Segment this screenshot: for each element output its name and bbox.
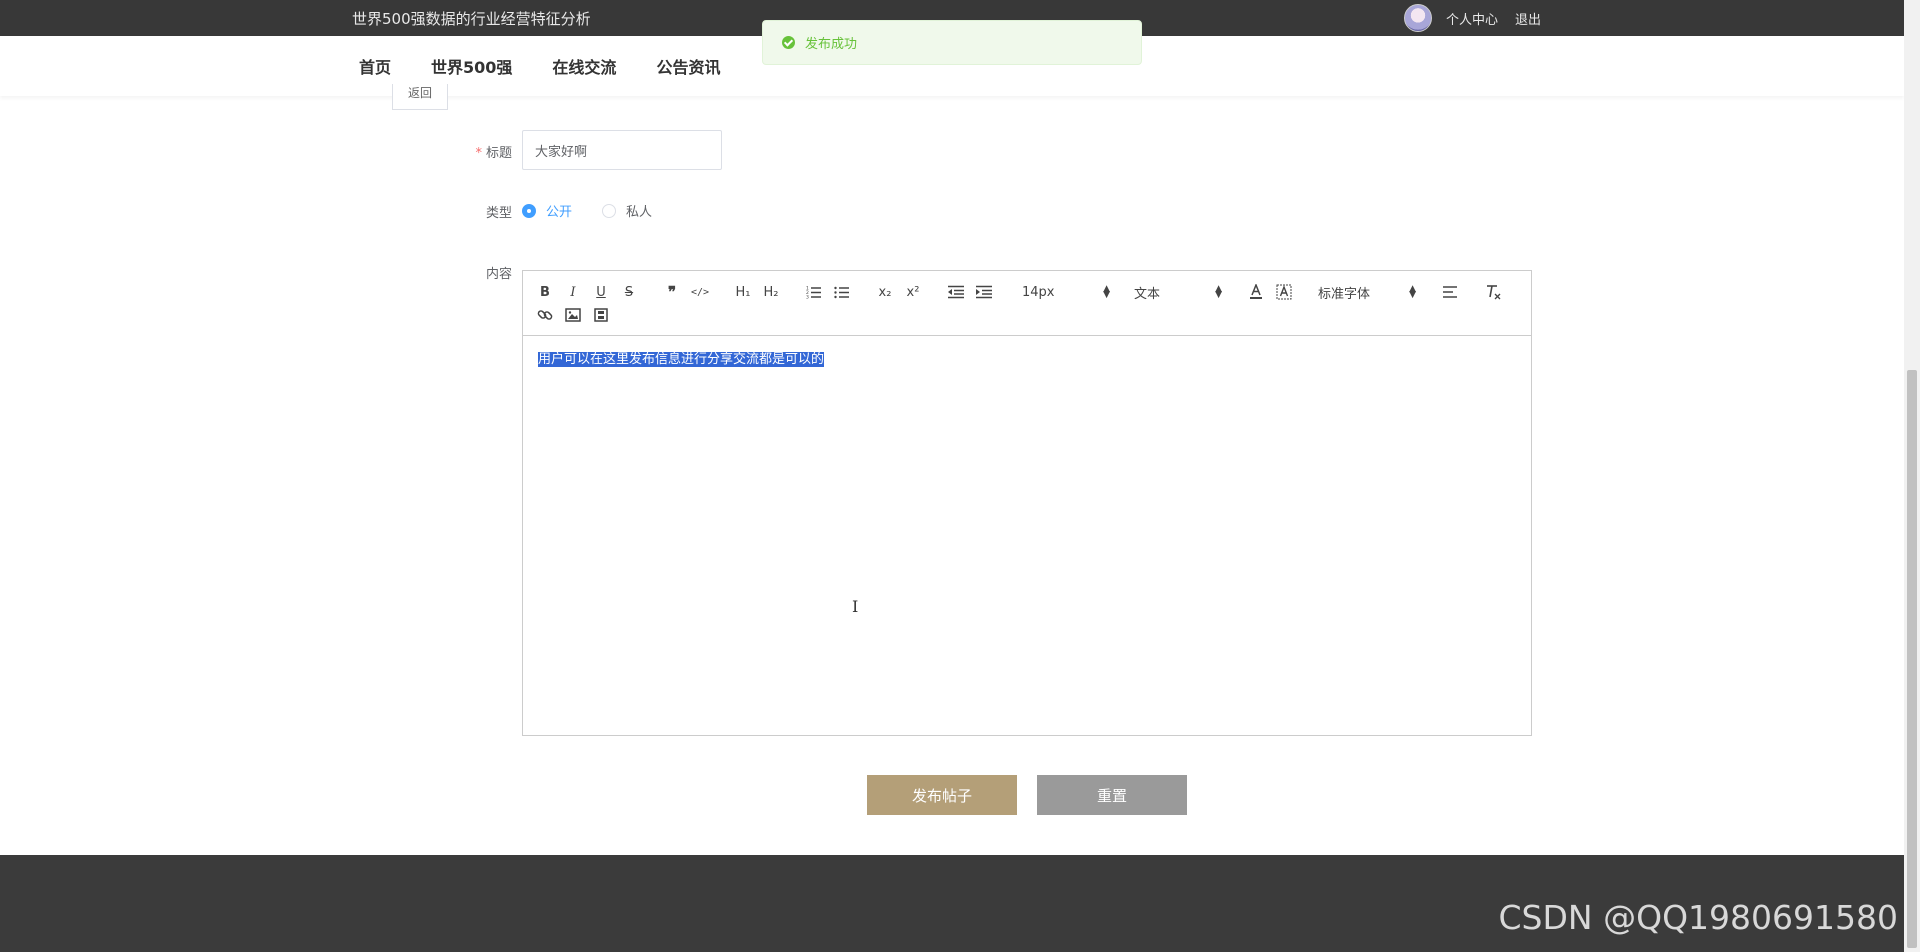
nav-item-home[interactable]: 首页 bbox=[359, 54, 391, 78]
toast-message: 发布成功 bbox=[805, 37, 858, 52]
radio-public-label: 公开 bbox=[546, 205, 573, 220]
align-button[interactable] bbox=[1440, 282, 1460, 302]
svg-text:3: 3 bbox=[806, 295, 809, 300]
strike-button[interactable]: S bbox=[619, 282, 639, 302]
radio-private-label: 私人 bbox=[626, 205, 653, 220]
logout-link[interactable]: 退出 bbox=[1515, 9, 1541, 28]
italic-button[interactable]: I bbox=[563, 282, 583, 302]
footer: CSDN @QQ1980691580 bbox=[0, 855, 1904, 952]
site-title: 世界500强数据的行业经营特征分析 bbox=[352, 10, 591, 28]
radio-public-dot[interactable] bbox=[522, 203, 536, 218]
font-size-value: 14px bbox=[1022, 284, 1055, 300]
superscript-button[interactable]: x² bbox=[903, 282, 923, 302]
blockquote-button[interactable]: ❞ bbox=[662, 282, 682, 302]
csdn-watermark: CSDN @QQ1980691580 bbox=[1498, 898, 1898, 937]
video-icon bbox=[594, 308, 608, 322]
text-cursor-icon: I bbox=[852, 597, 859, 616]
font-family-select[interactable]: 标准字体 ▲ ▼ bbox=[1318, 282, 1416, 302]
outdent-button[interactable] bbox=[946, 282, 966, 302]
clear-format-button[interactable] bbox=[1483, 282, 1503, 302]
outdent-icon bbox=[948, 285, 964, 299]
required-asterisk: * bbox=[475, 146, 482, 161]
clear-format-icon bbox=[1487, 285, 1501, 300]
rich-text-editor: B I U S ❞ </> H₁ H₂ 123 x₂ x² 14px ▲ ▼ 文本… bbox=[522, 270, 1532, 736]
radio-public[interactable]: 公开 bbox=[522, 201, 572, 220]
header-select[interactable]: 文本 ▲ ▼ bbox=[1134, 282, 1222, 302]
title-label: * 标题 bbox=[432, 142, 512, 161]
heading1-button[interactable]: H₁ bbox=[733, 282, 753, 302]
success-toast: 发布成功 bbox=[762, 20, 1142, 65]
indent-button[interactable] bbox=[974, 282, 994, 302]
image-button[interactable] bbox=[563, 305, 583, 325]
font-family-value: 标准字体 bbox=[1318, 286, 1371, 302]
editor-content-area[interactable]: 用户可以在这里发布信息进行分享交流都是可以的 bbox=[523, 336, 1531, 379]
vertical-scrollbar[interactable] bbox=[1904, 0, 1920, 952]
bullet-list-icon bbox=[834, 286, 849, 299]
profile-link[interactable]: 个人中心 bbox=[1446, 9, 1498, 28]
title-label-text: 标题 bbox=[485, 146, 512, 161]
ordered-list-icon: 123 bbox=[806, 286, 821, 300]
image-icon bbox=[565, 308, 581, 322]
text-color-button[interactable] bbox=[1246, 282, 1266, 302]
radio-private[interactable]: 私人 bbox=[602, 201, 652, 220]
nav-item-news[interactable]: 公告资讯 bbox=[656, 54, 720, 78]
header-select-value: 文本 bbox=[1134, 286, 1161, 302]
bullet-list-button[interactable] bbox=[832, 282, 852, 302]
select-caret-icon: ▲ ▼ bbox=[1409, 284, 1416, 300]
ordered-list-button[interactable]: 123 bbox=[804, 282, 824, 302]
nav-item-fortune500[interactable]: 世界500强 bbox=[431, 54, 512, 78]
align-left-icon bbox=[1443, 286, 1457, 298]
nav-item-forum[interactable]: 在线交流 bbox=[552, 54, 616, 78]
user-area: 个人中心 退出 bbox=[1404, 4, 1541, 32]
success-check-icon bbox=[782, 36, 795, 49]
select-caret-icon: ▲ ▼ bbox=[1103, 284, 1110, 300]
heading2-button[interactable]: H₂ bbox=[761, 282, 781, 302]
scrollbar-thumb[interactable] bbox=[1907, 370, 1917, 948]
submit-post-button[interactable]: 发布帖子 bbox=[867, 775, 1017, 815]
title-input[interactable] bbox=[522, 130, 722, 170]
editor-toolbar: B I U S ❞ </> H₁ H₂ 123 x₂ x² 14px ▲ ▼ 文本… bbox=[523, 271, 1531, 336]
content-label: 内容 bbox=[485, 267, 512, 282]
reset-button[interactable]: 重置 bbox=[1037, 775, 1187, 815]
avatar[interactable] bbox=[1404, 4, 1432, 32]
back-button-label: 返回 bbox=[407, 86, 432, 100]
background-color-button[interactable] bbox=[1274, 282, 1294, 302]
background-color-icon bbox=[1276, 284, 1292, 300]
link-button[interactable] bbox=[535, 305, 555, 325]
link-icon bbox=[537, 310, 553, 320]
select-caret-icon: ▲ ▼ bbox=[1215, 284, 1222, 300]
indent-icon bbox=[976, 285, 992, 299]
radio-private-dot[interactable] bbox=[602, 203, 617, 218]
code-block-button[interactable]: </> bbox=[690, 282, 710, 302]
bold-button[interactable]: B bbox=[535, 282, 555, 302]
back-button[interactable]: 返回 bbox=[392, 84, 448, 110]
subscript-button[interactable]: x₂ bbox=[875, 282, 895, 302]
font-size-select[interactable]: 14px ▲ ▼ bbox=[1022, 282, 1110, 302]
text-color-icon bbox=[1250, 284, 1262, 299]
editor-selected-text[interactable]: 用户可以在这里发布信息进行分享交流都是可以的 bbox=[538, 352, 825, 367]
type-radio-group: 公开 私人 bbox=[522, 201, 682, 220]
underline-button[interactable]: U bbox=[591, 282, 611, 302]
type-label: 类型 bbox=[485, 206, 512, 221]
video-button[interactable] bbox=[591, 305, 611, 325]
